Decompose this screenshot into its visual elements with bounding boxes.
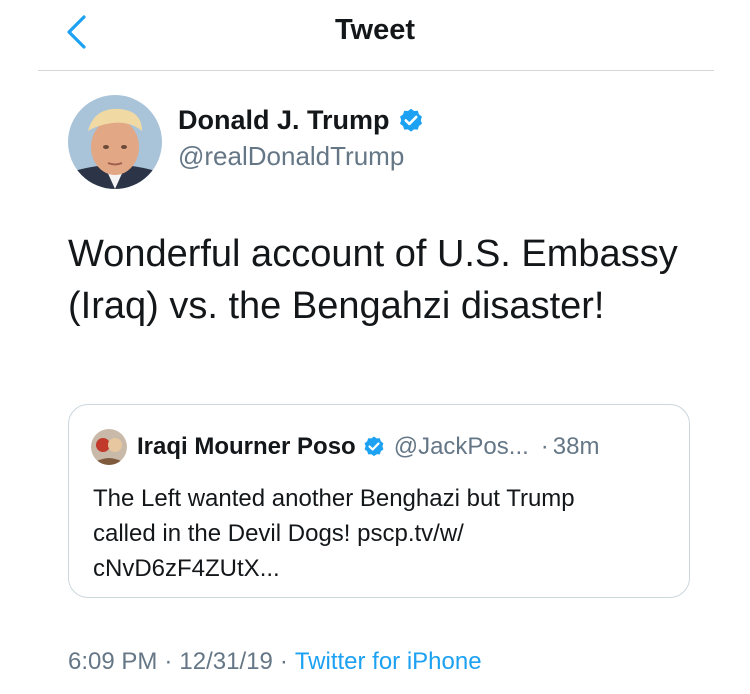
quoted-author-handle: @JackPos...: [393, 433, 529, 460]
author-handle[interactable]: @realDonaldTrump: [178, 141, 404, 172]
author-name: Donald J. Trump: [178, 105, 390, 135]
quoted-text-line: The Left wanted another Benghazi but Tru…: [93, 485, 575, 512]
tweet-date: 12/31/19: [179, 648, 273, 675]
navigation-header: Tweet: [0, 0, 750, 72]
quoted-author-avatar: [91, 429, 127, 465]
separator-dot: ·: [164, 648, 173, 675]
quoted-author-name: Iraqi Mourner Poso: [137, 433, 356, 460]
tweet-text-line: Wonderful account of U.S. Embassy: [68, 233, 678, 275]
verified-badge-icon: [364, 436, 384, 457]
tweet-metadata: 6:09 PM · 12/31/19 · Twitter for iPhone: [68, 648, 482, 676]
header-divider: [38, 70, 714, 71]
quoted-tweet-text: The Left wanted another Benghazi but Tru…: [93, 481, 673, 586]
verified-badge-icon: [399, 108, 422, 132]
quoted-tweet-header: Iraqi Mourner Poso @JackPos... · 38m: [137, 433, 599, 461]
quoted-tweet-time: 38m: [552, 433, 600, 460]
tweet-text: Wonderful account of U.S. Embassy (Iraq)…: [68, 228, 718, 332]
separator-dot: ·: [540, 433, 549, 460]
author-avatar[interactable]: [68, 95, 162, 189]
author-name-row[interactable]: Donald J. Trump: [178, 105, 425, 136]
separator-dot: ·: [279, 648, 288, 675]
tweet-time: 6:09 PM: [68, 648, 158, 675]
tweet-source-link[interactable]: Twitter for iPhone: [295, 648, 482, 675]
quoted-text-line: cNvD6zF4ZUtX...: [93, 555, 280, 582]
tweet-text-line: (Iraq) vs. the Bengahzi disaster!: [68, 285, 605, 327]
quoted-tweet-card[interactable]: Iraqi Mourner Poso @JackPos... · 38m The…: [68, 404, 690, 598]
quoted-text-line: called in the Devil Dogs! pscp.tv/w/: [93, 520, 464, 547]
page-title: Tweet: [334, 14, 416, 46]
